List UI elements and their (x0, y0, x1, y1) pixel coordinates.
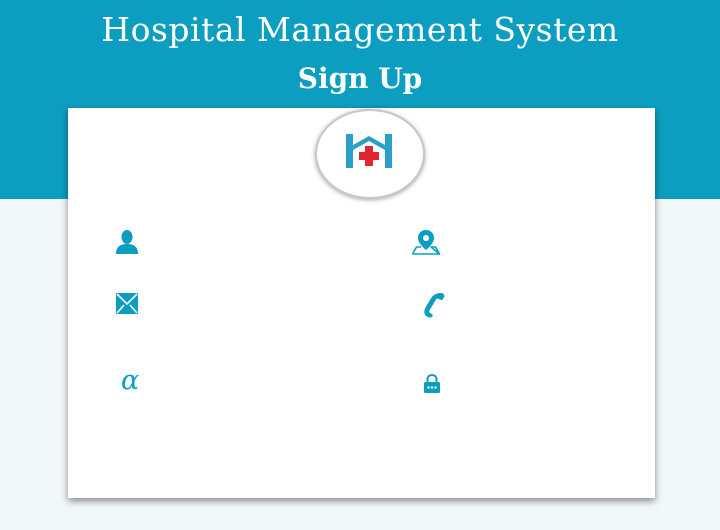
page-heading: Sign Up (297, 62, 423, 95)
app-title: Hospital Management System (101, 10, 619, 49)
hospital-logo (315, 109, 425, 199)
name-field[interactable] (146, 367, 384, 397)
map-pin-icon (411, 230, 441, 255)
envelope-icon (116, 293, 138, 314)
email-field[interactable] (146, 289, 384, 319)
lock-icon (424, 374, 440, 393)
password-field[interactable] (448, 369, 646, 399)
phone-field[interactable] (452, 289, 646, 319)
address-field[interactable] (448, 227, 646, 257)
username-field[interactable] (146, 227, 384, 257)
hospital-logo-icon (346, 134, 392, 168)
user-icon (116, 230, 138, 254)
alpha-icon: α (121, 365, 140, 396)
phone-icon (424, 293, 445, 318)
